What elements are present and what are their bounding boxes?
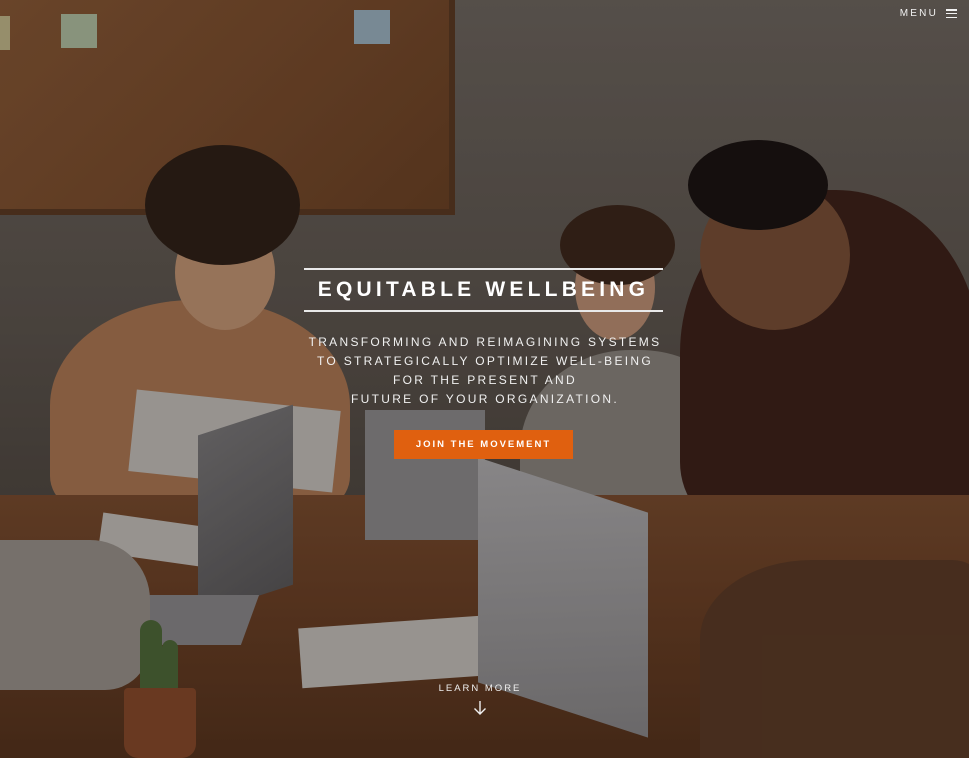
menu-button[interactable]: MENU — [900, 8, 957, 19]
tagline-line: FOR THE PRESENT AND — [393, 373, 577, 387]
hero-section: MENU EQUITABLE WELLBEING TRANSFORMING AN… — [0, 0, 969, 758]
tagline: TRANSFORMING AND REIMAGINING SYSTEMS TO … — [260, 333, 710, 409]
tagline-line: TO STRATEGICALLY OPTIMIZE WELL-BEING — [317, 354, 653, 368]
arrow-down-icon — [474, 701, 486, 715]
learn-more-label: LEARN MORE — [438, 683, 522, 694]
title-block: EQUITABLE WELLBEING — [304, 268, 663, 312]
tagline-line: FUTURE OF YOUR ORGANIZATION. — [351, 392, 619, 406]
page-title: EQUITABLE WELLBEING — [317, 278, 650, 301]
title-bottom-rule — [304, 310, 663, 312]
menu-label: MENU — [899, 8, 938, 19]
hamburger-icon — [946, 9, 957, 18]
title-top-rule — [304, 268, 663, 270]
join-the-movement-button[interactable]: JOIN THE MOVEMENT — [394, 430, 573, 459]
learn-more-link[interactable]: LEARN MORE — [420, 683, 540, 716]
tagline-line: TRANSFORMING AND REIMAGINING SYSTEMS — [308, 335, 662, 349]
